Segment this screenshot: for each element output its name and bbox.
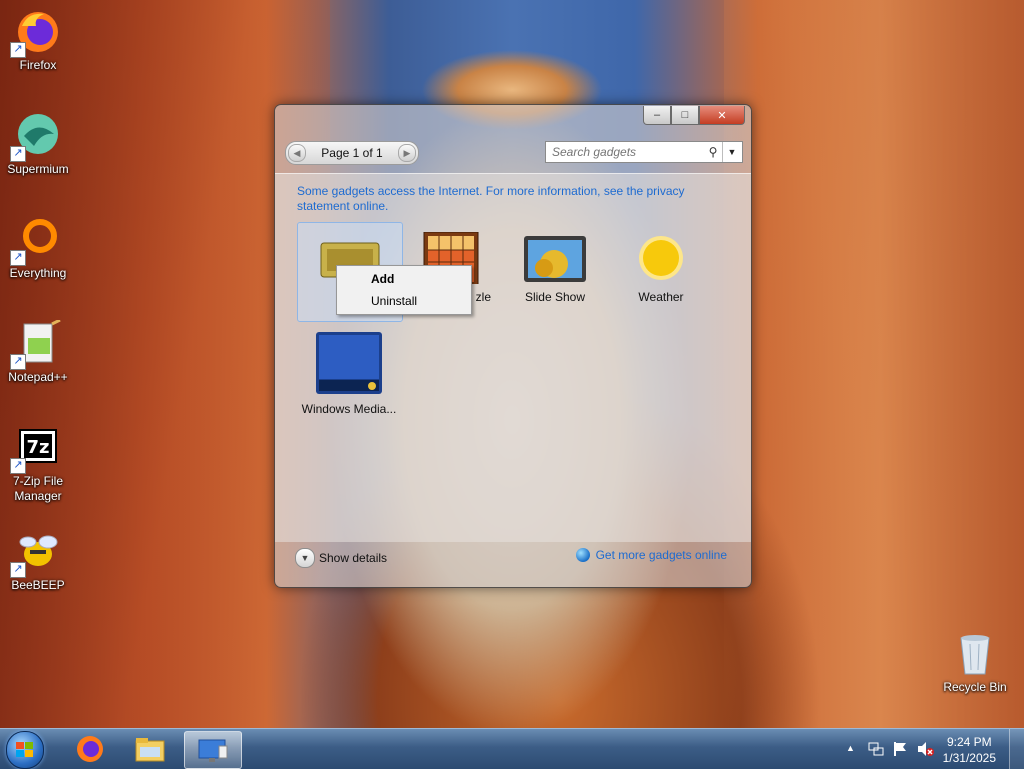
search-icon[interactable]: ⚲ bbox=[704, 145, 722, 159]
taskbar: ▲ 9:24 PM 1/31/2025 bbox=[0, 728, 1024, 769]
desktop-icon-recycle-bin[interactable]: Recycle Bin bbox=[937, 630, 1013, 695]
everything-icon: ↗ bbox=[10, 216, 62, 266]
wallpaper-rock-right bbox=[724, 0, 1024, 728]
gadget-windows-media[interactable]: Windows Media... bbox=[297, 328, 401, 428]
desktop-icon-notepadpp[interactable]: ↗ Notepad++ bbox=[0, 318, 76, 385]
chevron-down-icon[interactable]: ▼ bbox=[722, 142, 741, 162]
start-button[interactable] bbox=[6, 731, 44, 769]
desktop-icon-supermium[interactable]: ↗ Supermium bbox=[0, 112, 76, 177]
sevenzip-icon: 7z ↗ bbox=[10, 424, 62, 474]
show-hidden-icons-button[interactable]: ▲ bbox=[846, 743, 855, 753]
system-tray: ▲ 9:24 PM 1/31/2025 bbox=[824, 729, 1024, 769]
supermium-icon: ↗ bbox=[10, 112, 62, 162]
gadget-weather[interactable]: Weather bbox=[609, 222, 713, 320]
page-indicator: Page 1 of 1 bbox=[321, 146, 383, 160]
taskbar-file-explorer[interactable] bbox=[122, 731, 178, 767]
desktop-icon-label: Firefox bbox=[19, 58, 57, 72]
desktop-icon-beebeep[interactable]: ↗ BeeBEEP bbox=[0, 528, 76, 593]
maximize-button[interactable]: □ bbox=[671, 106, 699, 125]
context-menu-uninstall[interactable]: Uninstall bbox=[371, 294, 417, 308]
desktop-icon-label: BeeBEEP bbox=[11, 578, 65, 592]
desktop-icon-7zip[interactable]: 7z ↗ 7-Zip File Manager bbox=[0, 424, 76, 504]
gadget-slide-show[interactable]: Slide Show bbox=[503, 222, 607, 320]
search-gadgets-input[interactable] bbox=[550, 144, 704, 160]
show-details-button[interactable]: ▼ Show details bbox=[295, 548, 387, 568]
desktop-gadgets-icon bbox=[198, 739, 228, 762]
gadgets-footer: ▼ Show details Get more gadgets online bbox=[275, 539, 751, 587]
network-icon[interactable] bbox=[868, 741, 884, 757]
gadget-label: Windows Media... bbox=[301, 402, 397, 416]
desktop-icon-label: 7-Zip File Manager bbox=[12, 474, 63, 503]
page-navigator: ◀ Page 1 of 1 ▶ bbox=[285, 141, 419, 165]
close-button[interactable]: ✕ bbox=[699, 106, 745, 125]
more-gadgets-label: Get more gadgets online bbox=[595, 548, 727, 562]
notepadpp-icon: ↗ bbox=[10, 318, 62, 370]
gadget-label: Weather bbox=[638, 290, 684, 304]
beebeep-icon: ↗ bbox=[10, 528, 62, 578]
folder-icon bbox=[135, 738, 165, 762]
search-gadgets-box: ⚲ ▼ bbox=[545, 141, 743, 163]
gadget-context-menu: Add Uninstall bbox=[336, 265, 472, 315]
previous-page-button[interactable]: ◀ bbox=[288, 144, 306, 162]
get-more-gadgets-link[interactable]: Get more gadgets online bbox=[575, 548, 727, 562]
gadget-label: Slide Show bbox=[524, 290, 586, 304]
clock-time: 9:24 PM bbox=[946, 735, 992, 749]
desktop-icon-everything[interactable]: ↗ Everything bbox=[0, 216, 76, 281]
clock[interactable]: 9:24 PM 1/31/2025 bbox=[943, 734, 996, 766]
minimize-button[interactable]: – bbox=[643, 106, 671, 125]
clock-date: 1/31/2025 bbox=[942, 751, 996, 765]
slide-show-gadget-icon bbox=[524, 232, 586, 284]
desktop-icon-label: Everything bbox=[9, 266, 67, 280]
desktop-icon-label: Recycle Bin bbox=[943, 680, 1007, 694]
show-desktop-button[interactable] bbox=[1009, 729, 1024, 769]
firefox-icon: ↗ bbox=[10, 8, 62, 58]
globe-icon bbox=[575, 548, 590, 562]
desktop-icon-label: Notepad++ bbox=[8, 370, 68, 384]
chevron-down-icon: ▼ bbox=[295, 548, 315, 568]
taskbar-gadgets[interactable] bbox=[184, 731, 242, 769]
recycle-bin-icon bbox=[951, 630, 999, 678]
windows-media-gadget-icon bbox=[316, 332, 382, 396]
window-controls: – □ ✕ bbox=[643, 106, 745, 125]
firefox-icon bbox=[77, 736, 103, 762]
gadget-gallery: Some gadgets access the Internet. For mo… bbox=[275, 173, 751, 542]
taskbar-firefox[interactable] bbox=[62, 731, 118, 767]
desktop-icon-firefox[interactable]: ↗ Firefox bbox=[0, 8, 76, 73]
next-page-button[interactable]: ▶ bbox=[397, 144, 416, 162]
action-center-flag-icon[interactable] bbox=[892, 741, 908, 757]
gadgets-window: – □ ✕ ◀ Page 1 of 1 ▶ ⚲ ▼ Some gadgets a… bbox=[274, 104, 752, 588]
svg-text:7z: 7z bbox=[26, 437, 49, 458]
desktop-icon-label: Supermium bbox=[7, 162, 69, 176]
windows-logo-icon bbox=[16, 742, 34, 758]
show-details-label: Show details bbox=[319, 551, 388, 565]
privacy-notice-link[interactable]: Some gadgets access the Internet. For mo… bbox=[297, 184, 697, 214]
context-menu-add[interactable]: Add bbox=[371, 272, 394, 286]
weather-gadget-icon bbox=[630, 232, 692, 284]
volume-muted-icon[interactable] bbox=[916, 741, 934, 757]
